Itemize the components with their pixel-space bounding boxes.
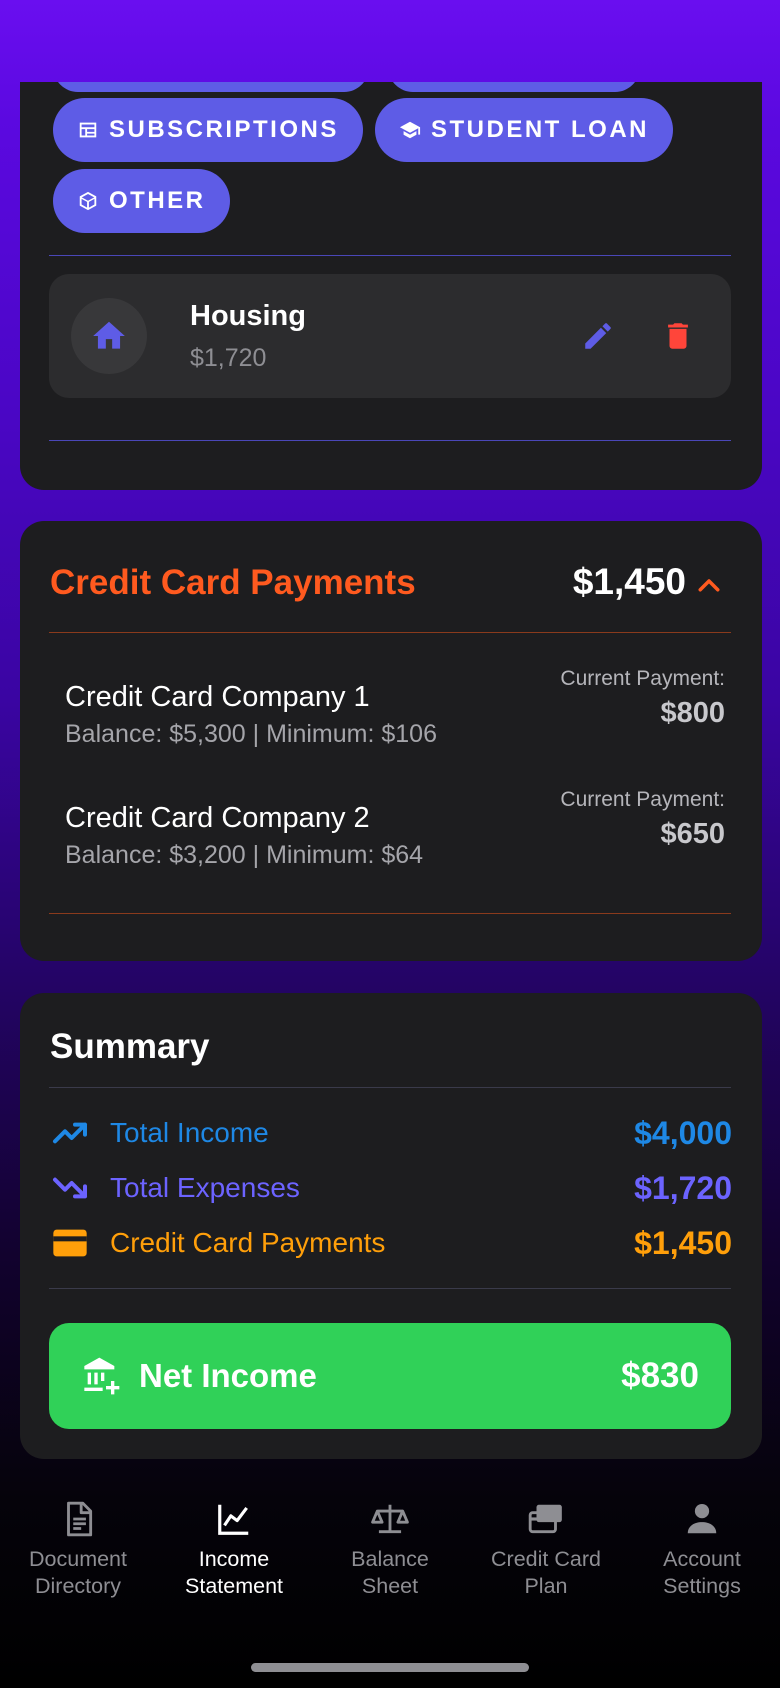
category-chip-other[interactable]: OTHER [53, 169, 230, 233]
tab-document-directory[interactable]: Document Directory [0, 1500, 156, 1620]
tab-label: Document Directory [29, 1547, 127, 1598]
chip-label: OTHER [109, 187, 206, 214]
section-title[interactable]: Credit Card Payments [50, 563, 416, 603]
summary-title: Summary [50, 1027, 210, 1066]
credit-card-detail: Balance: $3,200 | Minimum: $64 [65, 841, 424, 869]
graduation-cap-icon [399, 121, 421, 139]
tab-label: Credit Card Plan [491, 1547, 601, 1598]
summary-row-total-income: Total Income $4,000 [50, 1113, 732, 1153]
summary-row-total-expenses: Total Expenses $1,720 [50, 1168, 732, 1208]
credit-card-row[interactable]: Credit Card Company 1 Balance: $5,300 | … [65, 667, 725, 749]
expense-item-housing[interactable]: Housing $1,720 [49, 274, 731, 398]
pencil-icon [585, 323, 611, 349]
expense-categories-card: SUBSCRIPTIONS STUDENT LOAN OTHER Housing… [20, 82, 762, 490]
scale-icon [371, 1504, 409, 1534]
tab-label: Income Statement [185, 1547, 283, 1598]
summary-label: Total Expenses [110, 1172, 300, 1203]
credit-card-total: $1,450 [572, 561, 686, 602]
net-income-value: $830 [621, 1356, 699, 1395]
expense-item-name: Housing [190, 300, 306, 332]
category-chip-partial[interactable] [53, 82, 369, 92]
credit-card-icon [53, 1229, 87, 1257]
divider [49, 255, 731, 256]
tab-credit-card-plan[interactable]: Credit Card Plan [468, 1500, 624, 1620]
trending-down-icon [53, 1177, 87, 1199]
tab-income-statement[interactable]: Income Statement [156, 1500, 312, 1620]
chip-label: STUDENT LOAN [431, 116, 649, 143]
cube-icon [79, 191, 97, 211]
credit-cards-icon [528, 1504, 562, 1534]
net-income-banner: Net Income $830 [49, 1323, 731, 1429]
current-payment-value: $800 [660, 697, 725, 729]
category-chip-student-loan[interactable]: STUDENT LOAN [375, 98, 673, 162]
summary-value: $1,450 [634, 1224, 732, 1261]
credit-card-detail: Balance: $5,300 | Minimum: $106 [65, 720, 437, 748]
chart-line-icon [218, 1504, 249, 1535]
net-income-label: Net Income [139, 1357, 317, 1394]
divider [49, 632, 731, 633]
summary-value: $1,720 [634, 1169, 732, 1206]
tab-label: Balance Sheet [351, 1547, 429, 1598]
summary-value: $4,000 [634, 1114, 732, 1151]
credit-card-payments-card: Credit Card Payments $1,450 Credit Card … [20, 521, 762, 961]
document-icon [67, 1501, 93, 1537]
bank-plus-icon [84, 1357, 120, 1395]
current-payment-value: $650 [660, 818, 725, 850]
category-chip-subscriptions[interactable]: SUBSCRIPTIONS [53, 98, 363, 162]
calendar-table-icon [79, 122, 97, 138]
summary-label: Total Income [110, 1117, 269, 1148]
home-icon-avatar [71, 298, 147, 374]
summary-card: Summary Total Income $4,000 Total Expens… [20, 993, 762, 1459]
account-icon [687, 1503, 717, 1534]
edit-button[interactable] [576, 314, 620, 358]
divider [49, 1288, 731, 1289]
tab-balance-sheet[interactable]: Balance Sheet [312, 1500, 468, 1620]
summary-label: Credit Card Payments [110, 1227, 386, 1258]
chip-label: SUBSCRIPTIONS [109, 116, 339, 143]
divider [49, 440, 731, 441]
home-icon [93, 321, 125, 349]
current-payment-label: Current Payment: [560, 667, 725, 690]
summary-row-credit-card-payments: Credit Card Payments $1,450 [50, 1223, 732, 1263]
tab-account-settings[interactable]: Account Settings [624, 1500, 780, 1620]
divider [49, 913, 731, 914]
tab-bar: Document Directory Income Statement Bala… [0, 1500, 780, 1620]
home-indicator[interactable] [251, 1663, 529, 1672]
current-payment-label: Current Payment: [560, 788, 725, 811]
divider [49, 1087, 731, 1088]
category-chip-partial[interactable] [388, 82, 640, 92]
trending-up-icon [53, 1122, 87, 1144]
expense-item-amount: $1,720 [190, 344, 267, 372]
credit-card-row[interactable]: Credit Card Company 2 Balance: $3,200 | … [65, 788, 725, 870]
delete-button[interactable] [656, 314, 700, 358]
chevron-up-icon[interactable] [694, 571, 724, 601]
tab-label: Account Settings [663, 1547, 741, 1598]
trash-icon [668, 323, 688, 349]
